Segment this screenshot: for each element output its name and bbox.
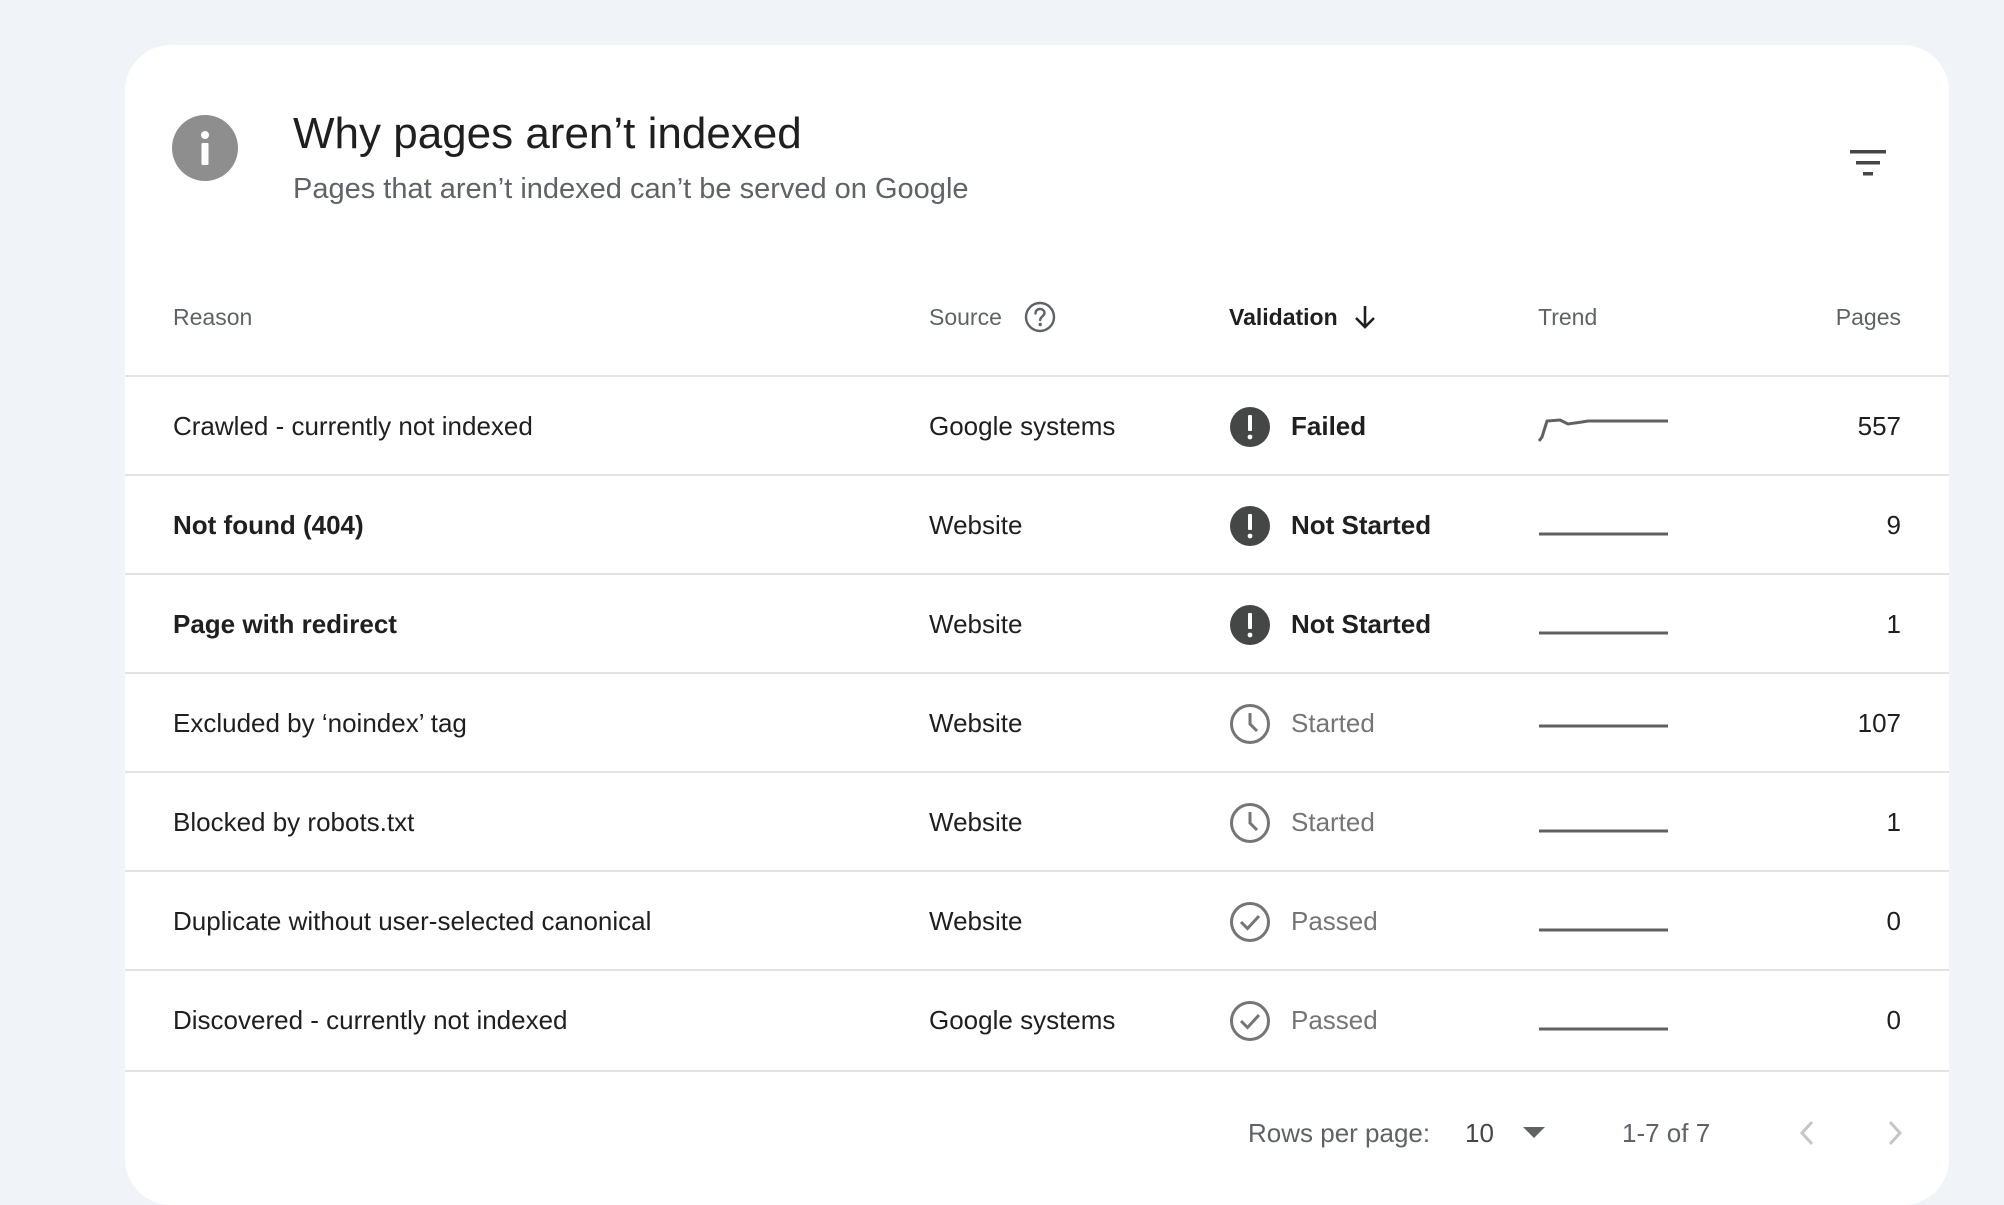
row-validation-label: Started bbox=[1291, 708, 1375, 738]
chevron-right-icon bbox=[1888, 1120, 1903, 1146]
row-pages: 107 bbox=[1857, 708, 1901, 738]
row-source: Website bbox=[929, 906, 1023, 936]
row-pages: 0 bbox=[1886, 906, 1901, 936]
arrow-down-icon bbox=[1354, 306, 1375, 329]
row-validation-label: Not Started bbox=[1291, 510, 1432, 540]
table-row[interactable]: Crawled - currently not indexed Google s… bbox=[125, 375, 1949, 476]
clock-icon bbox=[1230, 703, 1270, 744]
row-source: Google systems bbox=[929, 1005, 1116, 1035]
table-row[interactable]: Discovered - currently not indexed Googl… bbox=[125, 969, 1949, 1072]
check-circle-icon bbox=[1230, 1000, 1270, 1041]
next-page-button[interactable] bbox=[1872, 1110, 1918, 1156]
row-trend-sparkline bbox=[1538, 971, 1670, 1070]
row-pages: 9 bbox=[1886, 510, 1901, 540]
rows-per-page-value: 10 bbox=[1465, 1117, 1494, 1148]
info-icon bbox=[172, 115, 238, 181]
row-reason: Page with redirect bbox=[173, 609, 397, 639]
row-source: Website bbox=[929, 609, 1023, 639]
previous-page-button[interactable] bbox=[1784, 1110, 1830, 1156]
table-row[interactable]: Not found (404) Website Not Started 9 bbox=[125, 474, 1949, 575]
pagination-range: 1-7 of 7 bbox=[1622, 1117, 1711, 1148]
column-header-source-label: Source bbox=[929, 303, 1002, 330]
alert-icon bbox=[1230, 604, 1270, 645]
row-trend-sparkline bbox=[1538, 674, 1670, 773]
rows-per-page-select[interactable]: 10 bbox=[1465, 1111, 1546, 1155]
row-source: Google systems bbox=[929, 411, 1116, 441]
filter-list-icon bbox=[1850, 150, 1886, 176]
row-trend-sparkline bbox=[1538, 773, 1670, 872]
indexing-report-card: Why pages aren’t indexed Pages that aren… bbox=[125, 45, 1949, 1205]
row-source: Website bbox=[929, 708, 1023, 738]
row-validation: Passed bbox=[1229, 971, 1378, 1070]
alert-icon bbox=[1230, 406, 1270, 447]
column-header-trend[interactable]: Trend bbox=[1538, 297, 1597, 337]
row-source: Website bbox=[929, 807, 1023, 837]
row-trend-sparkline bbox=[1538, 476, 1670, 575]
row-validation: Passed bbox=[1229, 872, 1378, 971]
table-row[interactable]: Blocked by robots.txt Website Started 1 bbox=[125, 771, 1949, 872]
row-validation-label: Passed bbox=[1291, 906, 1378, 936]
row-validation-label: Passed bbox=[1291, 1005, 1378, 1035]
row-reason: Excluded by ‘noindex’ tag bbox=[173, 708, 467, 738]
row-validation-label: Failed bbox=[1291, 411, 1367, 441]
dropdown-arrow-icon bbox=[1522, 1127, 1545, 1138]
row-validation: Not Started bbox=[1229, 476, 1431, 575]
check-circle-icon bbox=[1230, 901, 1270, 942]
page-subtitle: Pages that aren’t indexed can’t be serve… bbox=[293, 173, 969, 205]
row-reason: Discovered - currently not indexed bbox=[173, 1005, 568, 1035]
column-header-validation-label: Validation bbox=[1229, 303, 1338, 330]
column-header-source[interactable]: Source bbox=[929, 297, 1056, 337]
row-reason: Crawled - currently not indexed bbox=[173, 411, 533, 441]
row-validation: Started bbox=[1229, 674, 1375, 773]
row-source: Website bbox=[929, 510, 1023, 540]
column-header-reason[interactable]: Reason bbox=[173, 297, 252, 337]
column-header-validation[interactable]: Validation bbox=[1229, 297, 1378, 337]
table-row[interactable]: Excluded by ‘noindex’ tag Website Starte… bbox=[125, 672, 1949, 773]
row-reason: Duplicate without user-selected canonica… bbox=[173, 906, 652, 936]
table-row[interactable]: Duplicate without user-selected canonica… bbox=[125, 870, 1949, 971]
row-reason: Blocked by robots.txt bbox=[173, 807, 415, 837]
filter-button[interactable] bbox=[1840, 135, 1896, 191]
row-validation-label: Started bbox=[1291, 807, 1375, 837]
row-pages: 1 bbox=[1886, 807, 1901, 837]
clock-icon bbox=[1230, 802, 1270, 843]
row-pages: 0 bbox=[1886, 1005, 1901, 1035]
table-row[interactable]: Page with redirect Website Not Started 1 bbox=[125, 573, 1949, 674]
row-validation: Started bbox=[1229, 773, 1375, 872]
column-header-pages[interactable]: Pages bbox=[1836, 297, 1901, 337]
chevron-left-icon bbox=[1799, 1120, 1814, 1146]
row-reason: Not found (404) bbox=[173, 510, 364, 540]
row-validation-label: Not Started bbox=[1291, 609, 1432, 639]
alert-icon bbox=[1230, 505, 1270, 546]
row-pages: 557 bbox=[1857, 411, 1901, 441]
help-icon[interactable] bbox=[1024, 301, 1056, 333]
column-header-reason-label: Reason bbox=[173, 303, 253, 330]
rows-per-page-label: Rows per page: bbox=[1248, 1117, 1431, 1148]
column-header-trend-label: Trend bbox=[1538, 303, 1598, 330]
row-validation: Failed bbox=[1229, 377, 1366, 476]
page-title: Why pages aren’t indexed bbox=[293, 109, 802, 158]
row-trend-sparkline bbox=[1538, 377, 1670, 476]
row-trend-sparkline bbox=[1538, 872, 1670, 971]
row-trend-sparkline bbox=[1538, 575, 1670, 674]
row-pages: 1 bbox=[1886, 609, 1901, 639]
row-validation: Not Started bbox=[1229, 575, 1431, 674]
column-header-pages-label: Pages bbox=[1835, 303, 1901, 330]
